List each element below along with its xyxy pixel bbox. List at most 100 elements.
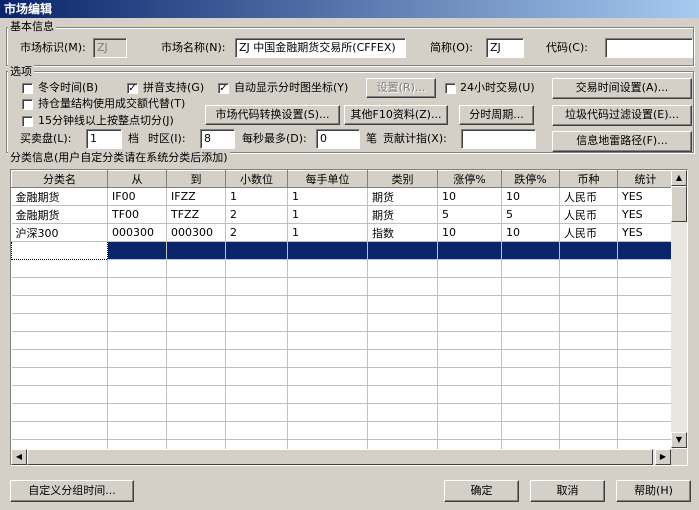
table-cell[interactable] [166, 331, 226, 350]
table-cell[interactable] [225, 385, 288, 404]
table-cell[interactable] [166, 313, 226, 332]
table-cell[interactable] [617, 331, 674, 350]
table-cell[interactable]: IFZZ [166, 187, 226, 206]
table-cell[interactable] [287, 259, 368, 278]
table-cell[interactable] [437, 367, 502, 386]
column-header[interactable]: 统计 [617, 170, 674, 188]
period-button[interactable]: 分时周期... [459, 105, 534, 125]
table-cell[interactable]: 000300 [166, 223, 226, 242]
table-cell[interactable] [287, 295, 368, 314]
f10-button[interactable]: 其他F10资料(Z)... [344, 105, 448, 125]
short-name-field[interactable]: ZJ [486, 38, 524, 58]
table-cell[interactable] [437, 421, 502, 440]
empty-row[interactable] [11, 421, 674, 440]
table-cell[interactable] [617, 403, 674, 422]
position-struct-checkbox[interactable] [22, 99, 33, 110]
table-cell[interactable] [225, 331, 288, 350]
table-cell[interactable] [617, 349, 674, 368]
table-cell[interactable]: 金融期货 [11, 205, 108, 224]
table-cell[interactable]: 金融期货 [11, 187, 108, 206]
title-bar[interactable]: 市场编辑 [0, 0, 699, 18]
table-cell[interactable]: YES [617, 205, 674, 224]
table-cell[interactable] [11, 421, 108, 440]
table-cell[interactable] [367, 313, 438, 332]
table-cell[interactable] [437, 385, 502, 404]
table-cell[interactable] [617, 421, 674, 440]
table-cell[interactable] [617, 277, 674, 296]
table-cell[interactable]: 10 [437, 187, 502, 206]
table-cell[interactable] [287, 331, 368, 350]
table-cell[interactable]: 人民币 [559, 187, 618, 206]
table-cell[interactable] [166, 241, 226, 260]
table-cell[interactable] [559, 241, 618, 260]
table-cell[interactable] [166, 277, 226, 296]
table-cell[interactable] [367, 241, 438, 260]
column-header[interactable]: 类别 [367, 170, 438, 188]
scroll-down-icon[interactable]: ▼ [671, 432, 687, 448]
table-cell[interactable] [559, 295, 618, 314]
table-cell[interactable] [367, 421, 438, 440]
table-cell[interactable]: 期货 [367, 187, 438, 206]
table-cell[interactable] [367, 259, 438, 278]
column-header[interactable]: 币种 [559, 170, 618, 188]
contrib-field[interactable] [461, 129, 536, 149]
table-cell[interactable] [287, 367, 368, 386]
empty-row[interactable] [11, 367, 674, 386]
table-cell[interactable] [437, 349, 502, 368]
table-cell[interactable] [287, 385, 368, 404]
table-cell[interactable]: 10 [501, 187, 560, 206]
table-row[interactable]: 金融期货 TF00 TFZZ 2 1 期货 5 5 人民币 YES [11, 205, 674, 224]
selected-row[interactable] [11, 241, 674, 260]
table-cell[interactable] [107, 349, 167, 368]
column-header[interactable]: 涨停% [437, 170, 502, 188]
table-cell[interactable] [166, 259, 226, 278]
junk-filter-button[interactable]: 垃圾代码过滤设置(E)... [552, 105, 692, 126]
scroll-right-icon[interactable]: ▶ [655, 449, 671, 465]
table-cell[interactable] [501, 349, 560, 368]
table-cell[interactable] [166, 403, 226, 422]
empty-row[interactable] [11, 331, 674, 350]
table-cell[interactable] [166, 385, 226, 404]
ok-button[interactable]: 确定 [444, 480, 519, 502]
table-cell[interactable]: YES [617, 187, 674, 206]
scroll-thumb[interactable] [671, 186, 687, 222]
table-cell[interactable] [107, 313, 167, 332]
table-cell[interactable] [617, 313, 674, 332]
table-cell[interactable] [287, 241, 368, 260]
table-cell[interactable] [11, 331, 108, 350]
min15-checkbox[interactable] [22, 116, 33, 127]
column-header[interactable]: 分类名 [11, 170, 108, 188]
table-cell[interactable] [107, 421, 167, 440]
table-cell[interactable] [501, 259, 560, 278]
table-cell[interactable] [501, 421, 560, 440]
table-cell[interactable] [107, 331, 167, 350]
table-cell[interactable] [501, 385, 560, 404]
table-cell[interactable] [225, 277, 288, 296]
empty-row[interactable] [11, 259, 674, 278]
table-cell[interactable]: 5 [437, 205, 502, 224]
table-cell[interactable]: 指数 [367, 223, 438, 242]
table-cell[interactable] [559, 367, 618, 386]
scroll-up-icon[interactable]: ▲ [671, 170, 687, 186]
table-cell[interactable] [367, 277, 438, 296]
table-cell[interactable] [501, 295, 560, 314]
table-cell[interactable]: 1 [287, 205, 368, 224]
table-cell[interactable] [617, 241, 674, 260]
table-cell[interactable] [501, 277, 560, 296]
table-cell[interactable] [437, 277, 502, 296]
table-cell[interactable] [617, 385, 674, 404]
vertical-scrollbar[interactable]: ▲ ▼ [671, 170, 687, 448]
table-cell[interactable] [367, 403, 438, 422]
table-cell[interactable] [225, 403, 288, 422]
table-cell[interactable]: 10 [437, 223, 502, 242]
table-cell[interactable] [437, 241, 502, 260]
table-cell[interactable] [287, 421, 368, 440]
table-cell[interactable]: 2 [225, 205, 288, 224]
empty-row[interactable] [11, 385, 674, 404]
table-cell[interactable] [437, 313, 502, 332]
table-cell[interactable] [11, 277, 108, 296]
empty-row[interactable] [11, 403, 674, 422]
table-cell[interactable] [367, 349, 438, 368]
table-cell[interactable] [501, 367, 560, 386]
table-cell[interactable] [225, 259, 288, 278]
